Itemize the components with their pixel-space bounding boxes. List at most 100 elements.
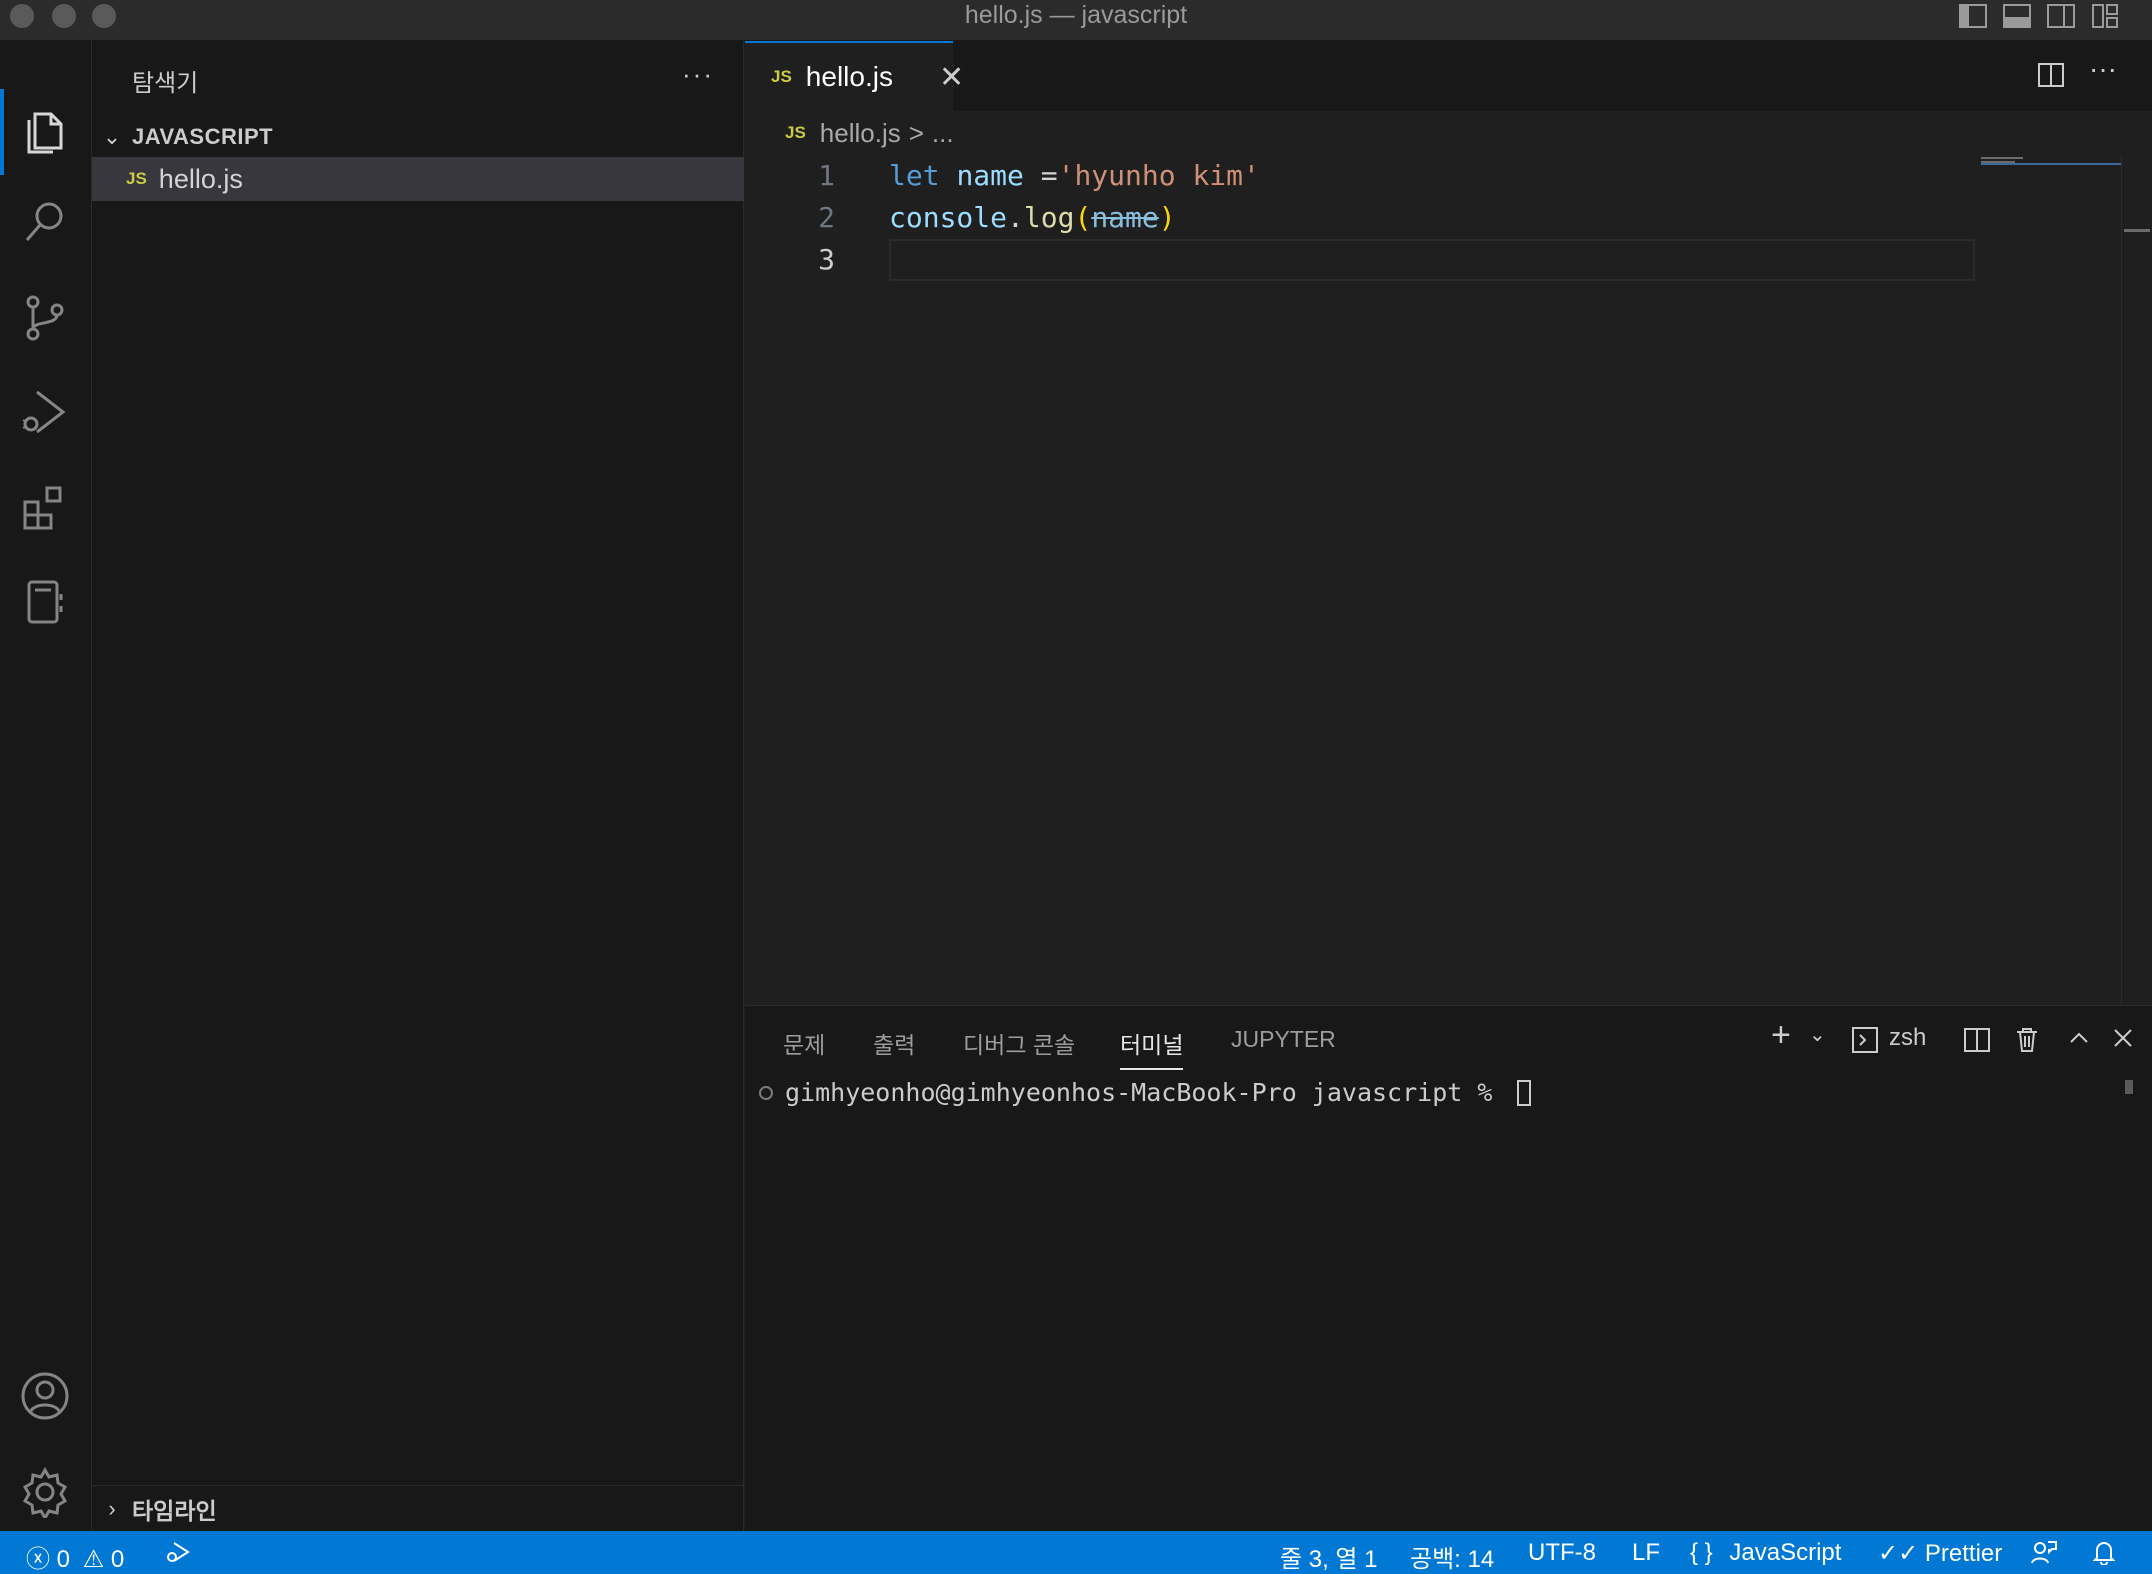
explorer-icon[interactable] [14, 101, 76, 163]
code-token: let [889, 159, 940, 192]
code-token: name [956, 159, 1024, 192]
notebook-icon[interactable] [14, 571, 76, 633]
code-line[interactable]: 2 console.log(name) [745, 197, 1975, 239]
close-tab-icon[interactable]: ✕ [939, 63, 964, 93]
title-bar: hello.js — javascript [0, 0, 2152, 41]
line-number: 3 [818, 243, 835, 276]
chevron-down-icon[interactable]: ⌄ [1809, 1022, 1826, 1047]
split-terminal-icon[interactable] [1963, 1026, 1991, 1061]
terminal-cursor [1517, 1079, 1532, 1106]
line-code: let name ='hyunho kim' [889, 155, 1260, 197]
bottom-panel: 문제 출력 디버그 콘솔 터미널 JUPYTER + ⌄ zsh gimhyeo… [745, 1005, 2152, 1531]
source-control-icon[interactable] [14, 287, 76, 349]
file-name: hello.js [158, 163, 243, 194]
terminal-prompt: gimhyeonho@gimhyeonhos-MacBook-Pro javas… [785, 1078, 1508, 1107]
split-editor-icon[interactable] [2037, 61, 2065, 96]
customize-layout-icon[interactable] [2090, 2, 2120, 30]
warning-count: 0 [110, 1546, 125, 1573]
timeline-label: 타임라인 [132, 1497, 217, 1524]
toggle-secondary-sidebar-icon[interactable] [2046, 2, 2076, 30]
editor-tab-bar: JS hello.js ✕ ··· [745, 41, 2152, 111]
editor-scrollbar[interactable] [2121, 155, 2150, 1005]
file-item-hello-js[interactable]: JS hello.js [92, 157, 744, 201]
new-terminal-icon[interactable]: + [1771, 1016, 1791, 1055]
terminal-scrollbar[interactable] [2125, 1080, 2133, 1094]
breadcrumb-separator: > [908, 117, 924, 148]
toggle-panel-icon[interactable] [2002, 2, 2032, 30]
folder-javascript[interactable]: ⌄ JAVASCRIPT [92, 117, 744, 157]
terminal-output[interactable]: gimhyeonho@gimhyeonhos-MacBook-Pro javas… [759, 1078, 1532, 1107]
run-and-debug-icon[interactable] [14, 381, 76, 443]
code-token: log [1023, 201, 1075, 234]
window-title: hello.js — javascript [964, 1, 1188, 29]
more-actions-button[interactable]: ··· [682, 59, 714, 90]
activity-bar [0, 41, 92, 1531]
code-token: name [1091, 201, 1159, 234]
eol-status[interactable]: LF [1632, 1539, 1660, 1567]
error-count: 0 [56, 1546, 71, 1573]
code-token: . [1007, 201, 1024, 234]
accounts-icon[interactable] [14, 1365, 76, 1427]
error-icon: ⓧ [26, 1546, 50, 1573]
folder-name: JAVASCRIPT [132, 124, 274, 149]
js-file-icon: JS [771, 67, 792, 86]
minimap[interactable] [1981, 155, 2121, 1005]
tab-output[interactable]: 출력 [873, 1026, 915, 1070]
tab-label: hello.js [805, 61, 893, 92]
warning-icon: ⚠ [82, 1546, 105, 1573]
search-icon[interactable] [14, 191, 76, 253]
close-panel-icon[interactable] [2111, 1026, 2135, 1057]
sidebar-title: 탐색기 [132, 70, 199, 97]
js-file-icon: JS [126, 169, 147, 188]
breadcrumb-symbols[interactable]: ... [932, 118, 954, 149]
indentation-status[interactable]: 공백: 14 [1410, 1539, 1494, 1574]
tab-hello-js[interactable]: JS hello.js ✕ [745, 41, 964, 111]
line-code: console.log(name) [889, 197, 1176, 239]
code-token: console [889, 201, 1008, 234]
language-mode[interactable]: { } JavaScript [1690, 1539, 1841, 1567]
line-number: 1 [818, 159, 835, 192]
code-line[interactable]: 3 [745, 239, 1975, 281]
prettier-status[interactable]: ✓✓ Prettier [1878, 1539, 2002, 1568]
code-token: ( [1074, 201, 1092, 234]
chevron-right-icon: › [108, 1495, 116, 1521]
cursor-position[interactable]: 줄 3, 열 1 [1280, 1539, 1378, 1574]
notifications-bell-icon[interactable] [2092, 1539, 2116, 1572]
manage-gear-icon[interactable] [14, 1461, 76, 1523]
terminal-shell-icon [1851, 1026, 1879, 1061]
explorer-sidebar: 탐색기 ··· ⌄ JAVASCRIPT JS hello.js › 타임라인 [92, 41, 744, 1531]
debug-status-icon[interactable] [164, 1539, 192, 1572]
terminal-shell-name[interactable]: zsh [1889, 1024, 1926, 1052]
toggle-primary-sidebar-icon[interactable] [1958, 2, 1988, 30]
code-line[interactable]: 1 let name ='hyunho kim' [745, 155, 1975, 197]
breadcrumb: JS hello.js > ... [745, 111, 954, 155]
command-decoration-icon [759, 1085, 773, 1100]
feedback-icon[interactable] [2030, 1539, 2058, 1572]
problems-status[interactable]: ⓧ 0 ⚠ 0 [26, 1539, 124, 1574]
language-label: JavaScript [1729, 1539, 1842, 1566]
chevron-down-icon: ⌄ [102, 124, 122, 149]
js-file-icon: JS [785, 123, 806, 142]
formatter-label: Prettier [1924, 1540, 2003, 1567]
active-indicator [0, 89, 4, 175]
code-token: 'hyunho kim' [1057, 159, 1260, 192]
breadcrumb-file[interactable]: hello.js [820, 118, 901, 149]
line-number: 2 [818, 201, 835, 234]
tab-problems[interactable]: 문제 [783, 1026, 825, 1070]
trash-icon[interactable] [2013, 1026, 2041, 1061]
extensions-icon[interactable] [14, 477, 76, 539]
editor-more-actions-button[interactable]: ··· [2089, 53, 2117, 85]
status-bar: ⓧ 0 ⚠ 0 줄 3, 열 1 공백: 14 UTF-8 LF { } Jav… [0, 1531, 2152, 1574]
code-editor[interactable]: 1 let name ='hyunho kim' 2 console.log(name… [745, 155, 2152, 1005]
maximize-panel-icon[interactable] [2067, 1026, 2091, 1057]
code-token: ) [1158, 201, 1176, 234]
tab-jupyter[interactable]: JUPYTER [1231, 1026, 1336, 1070]
timeline-section[interactable]: › 타임라인 [92, 1485, 744, 1531]
tab-debug-console[interactable]: 디버그 콘솔 [963, 1026, 1075, 1070]
encoding-status[interactable]: UTF-8 [1528, 1539, 1596, 1567]
braces-icon: { } [1690, 1539, 1713, 1566]
code-token: = [1023, 159, 1058, 192]
tab-terminal[interactable]: 터미널 [1120, 1026, 1184, 1070]
double-check-icon: ✓✓ [1878, 1540, 1919, 1567]
